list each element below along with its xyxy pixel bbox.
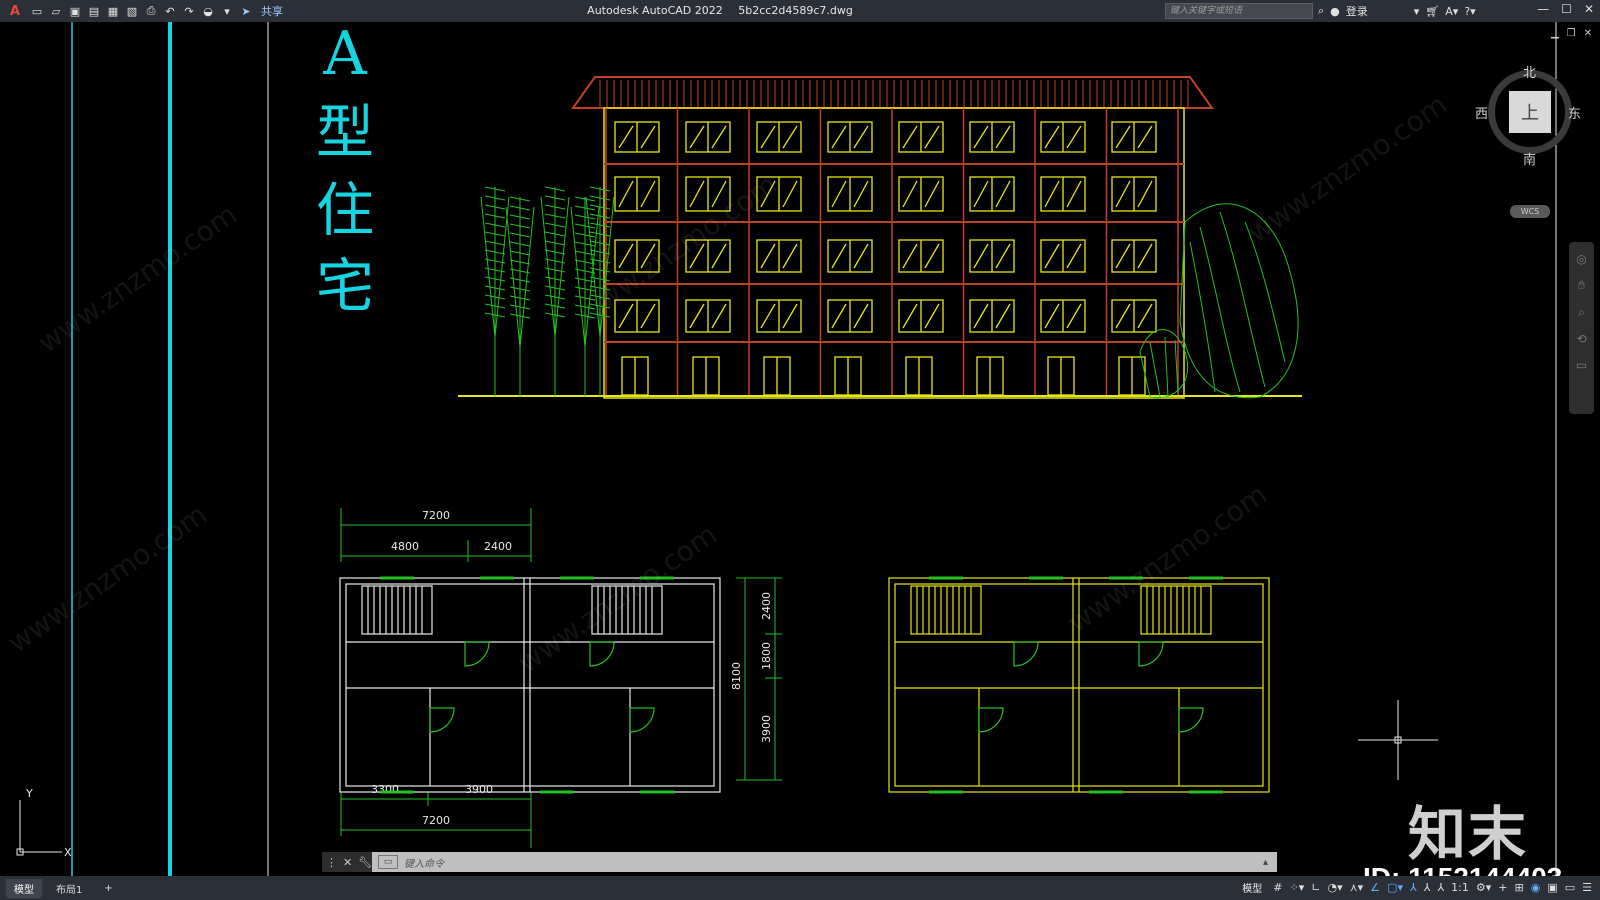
window-controls: — ☐ ✕ xyxy=(1537,2,1594,16)
steering-wheel-icon[interactable]: ◎ xyxy=(1576,252,1586,266)
wcs-menu[interactable]: WCS xyxy=(1510,205,1550,218)
title-char-zhai: 宅 xyxy=(316,252,374,320)
minimize-icon[interactable]: — xyxy=(1537,2,1549,16)
dim-top-overall: 7200 xyxy=(422,509,450,522)
isolate-objects-icon[interactable]: ◉ xyxy=(1531,881,1541,894)
tab-model[interactable]: 模型 xyxy=(6,878,42,898)
drawing-canvas[interactable]: ▁ ❐ ✕ A 型 住 宅 7200 4800 2400 3300 3900 7… xyxy=(0,22,1600,893)
command-input-area[interactable]: ▭ 键入命令 xyxy=(372,852,1263,872)
dim-right-middle: 1800 xyxy=(760,642,773,670)
annotation-monitor-icon[interactable]: + xyxy=(1498,881,1507,894)
search-icon[interactable]: ⌕ xyxy=(1318,4,1324,18)
units-icon[interactable]: ⊞ xyxy=(1514,881,1523,894)
view-cube-top-face[interactable]: 上 xyxy=(1509,91,1551,133)
command-line-handle: ⋮ ✕ 🔧︎ xyxy=(322,852,372,872)
command-line: ⋮ ✕ 🔧︎ ▭ 键入命令 ▴ xyxy=(322,852,1277,872)
recent-commands-icon[interactable]: ▭ xyxy=(378,855,398,869)
pan-icon[interactable]: ✋︎ xyxy=(1578,278,1585,293)
showmotion-icon[interactable]: ▭ xyxy=(1576,358,1587,372)
dim-right-overall: 8100 xyxy=(730,662,743,690)
titlebar-tools: ⌕ ● 登录 ▾ 🛒︎ A▾ ?▾ xyxy=(1318,2,1476,20)
app-name: Autodesk AutoCAD 2022 xyxy=(587,4,723,17)
user-icon[interactable]: ● xyxy=(1330,5,1340,18)
dim-right-top: 2400 xyxy=(760,592,773,620)
navigation-bar: ◎ ✋︎ ⌕ ⟲ ▭ xyxy=(1569,242,1594,414)
zoom-icon[interactable]: ⌕ xyxy=(1578,305,1585,320)
customization-menu-icon[interactable]: ☰ xyxy=(1582,881,1592,894)
ucs-icon xyxy=(16,800,62,856)
status-tools: 模型 # ⁘▾ ∟ ◔▾ ⋏▾ ∠ ▢▾ ⅄ ⅄ ⅄ 1:1 ⚙▾ + ⊞ ◉ … xyxy=(1242,880,1592,895)
cart-icon[interactable]: 🛒︎ xyxy=(1425,5,1439,18)
search-input[interactable]: 键入关键字或短语 xyxy=(1165,3,1313,19)
status-bar: 模型 布局1 + 模型 # ⁘▾ ∟ ◔▾ ⋏▾ ∠ ▢▾ ⅄ ⅄ ⅄ 1:1 … xyxy=(0,876,1600,900)
compass-south[interactable]: 南 xyxy=(1523,149,1536,168)
ucs-x-label: X xyxy=(64,846,72,859)
autodesk-app-icon[interactable]: A▾ xyxy=(1445,5,1458,18)
dim-right-bottom: 3900 xyxy=(760,715,773,743)
help-icon[interactable]: ?▾ xyxy=(1464,5,1475,18)
file-name: 5b2cc2d4589c7.dwg xyxy=(738,4,853,17)
view-cube[interactable]: 上 北 南 西 东 xyxy=(1475,62,1581,168)
annotation-scale-value[interactable]: 1:1 xyxy=(1451,881,1469,894)
grid-icon[interactable]: # xyxy=(1273,881,1282,894)
add-layout-button[interactable]: + xyxy=(96,881,120,896)
orbit-icon[interactable]: ⟲ xyxy=(1576,332,1586,346)
ucs-y-label: Y xyxy=(25,787,33,800)
command-input[interactable]: 键入命令 xyxy=(404,855,444,870)
dim-bottom-right: 3900 xyxy=(465,783,493,796)
maximize-icon[interactable]: ☐ xyxy=(1561,2,1572,16)
brand-logo: 知末 xyxy=(1408,800,1529,868)
command-history-icon[interactable]: ▴ xyxy=(1263,857,1277,868)
model-space-button[interactable]: 模型 xyxy=(1242,880,1262,895)
workspace-gear-icon[interactable]: ⚙▾ xyxy=(1476,881,1491,894)
customize-command-icon[interactable]: 🔧︎ xyxy=(358,856,372,869)
compass-west[interactable]: 西 xyxy=(1475,103,1488,122)
object-snap-tracking-icon[interactable]: ∠ xyxy=(1370,881,1380,894)
dim-bottom-overall: 7200 xyxy=(422,814,450,827)
dim-top-left: 4800 xyxy=(391,540,419,553)
polar-icon[interactable]: ◔▾ xyxy=(1327,881,1342,894)
title-bar: A ▭ ▱ ▣ ▤ ▦ ▧ ⎙ ↶ ↷ ◒ ▾ ➤ 共享 Autodesk Au… xyxy=(0,0,1600,22)
isodraft-icon[interactable]: ⋏▾ xyxy=(1350,881,1364,894)
login-label[interactable]: 登录 xyxy=(1346,3,1368,19)
close-command-icon[interactable]: ✕ xyxy=(343,856,352,869)
title-char-xing: 型 xyxy=(316,98,374,166)
ortho-icon[interactable]: ∟ xyxy=(1311,881,1320,894)
crosshair-cursor xyxy=(1358,700,1438,780)
close-icon[interactable]: ✕ xyxy=(1584,2,1594,16)
object-snap-icon[interactable]: ▢▾ xyxy=(1387,881,1403,894)
compass-north[interactable]: 北 xyxy=(1523,62,1536,81)
title-char-a: A xyxy=(322,22,367,89)
annotation-scale-icon[interactable]: ⅄ xyxy=(1437,881,1444,894)
annotation-visibility-icon[interactable]: ⅄ xyxy=(1410,881,1417,894)
compass-east[interactable]: 东 xyxy=(1568,103,1581,122)
clean-screen-icon[interactable]: ▭ xyxy=(1565,881,1575,894)
chevron-down-icon[interactable]: ▾ xyxy=(1414,5,1420,18)
auto-scale-icon[interactable]: ⅄ xyxy=(1424,881,1431,894)
hardware-acceleration-icon[interactable]: ▣ xyxy=(1547,881,1557,894)
dim-bottom-left: 3300 xyxy=(371,783,399,796)
snap-icon[interactable]: ⁘▾ xyxy=(1290,881,1305,894)
tab-layout1[interactable]: 布局1 xyxy=(48,879,90,898)
dim-top-right: 2400 xyxy=(484,540,512,553)
drag-handle-icon[interactable]: ⋮ xyxy=(326,856,337,869)
floor-plan-left xyxy=(339,576,721,794)
title-char-zhu: 住 xyxy=(316,176,374,244)
